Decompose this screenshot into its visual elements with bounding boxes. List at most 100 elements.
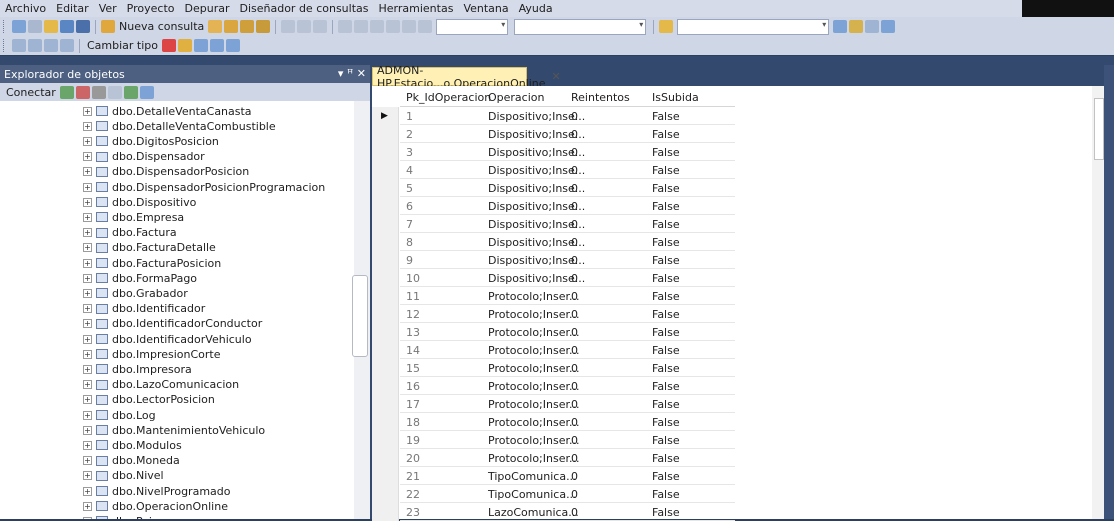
change-type-button[interactable]: Cambiar tipo <box>87 39 158 52</box>
row-selector[interactable] <box>372 269 399 287</box>
table-cell[interactable]: False <box>652 416 680 429</box>
disconnect-icon[interactable] <box>75 85 90 99</box>
table-cell[interactable]: 13 <box>406 326 420 339</box>
menu-item[interactable]: Diseñador de consultas <box>234 2 373 15</box>
tree-item[interactable]: + dbo.DispensadorPosicionProgramacion <box>0 179 354 195</box>
window-icon[interactable] <box>402 20 417 33</box>
expand-icon[interactable]: + <box>83 273 92 283</box>
table-cell[interactable]: False <box>652 146 680 159</box>
expand-icon[interactable]: + <box>83 501 92 511</box>
database-query-icon[interactable] <box>208 20 223 33</box>
table-row[interactable]: 23 LazoComunica... 0 False <box>372 503 736 521</box>
tree-item[interactable]: + dbo.Empresa <box>0 209 354 225</box>
table-cell[interactable]: Protocolo;Inser... <box>488 326 579 339</box>
table-cell[interactable]: 0 <box>571 344 578 357</box>
table-row[interactable]: 11 Protocolo;Inser... 0 False <box>372 287 736 305</box>
table-cell[interactable]: 9 <box>406 254 413 267</box>
table-cell[interactable]: 0 <box>571 128 578 141</box>
row-selector[interactable] <box>372 233 399 251</box>
tree-item[interactable]: + dbo.Moneda <box>0 453 354 469</box>
toolbox-icon[interactable] <box>865 20 880 33</box>
stop-icon[interactable] <box>91 85 106 99</box>
table-row[interactable]: 18 Protocolo;Inser... 0 False <box>372 413 736 431</box>
table-cell[interactable]: False <box>652 164 680 177</box>
table-cell[interactable]: False <box>652 326 680 339</box>
new-query-button[interactable]: Nueva consulta <box>119 20 204 33</box>
table-cell[interactable]: 14 <box>406 344 420 357</box>
menu-item[interactable]: Proyecto <box>122 2 180 15</box>
open-folder-icon[interactable] <box>44 20 58 33</box>
tree-item[interactable]: + dbo.FormaPago <box>0 270 354 286</box>
row-selector[interactable] <box>372 341 399 359</box>
add-derived-table-icon[interactable] <box>226 39 241 52</box>
table-cell[interactable]: 0 <box>571 308 578 321</box>
find-in-files-icon[interactable] <box>659 20 674 33</box>
row-selector[interactable] <box>372 197 399 215</box>
table-cell[interactable]: Protocolo;Inser... <box>488 452 579 465</box>
table-cell[interactable]: 1 <box>406 110 413 123</box>
find-dropdown[interactable]: ▾ <box>677 18 830 35</box>
expand-icon[interactable]: + <box>83 395 92 405</box>
expand-icon[interactable]: + <box>83 288 92 298</box>
expand-icon[interactable]: + <box>83 334 92 344</box>
table-cell[interactable]: Protocolo;Inser... <box>488 434 579 447</box>
tree-item[interactable]: + dbo.ImpresionCorte <box>0 346 354 362</box>
add-table-icon[interactable] <box>210 39 225 52</box>
table-cell[interactable]: 6 <box>406 200 413 213</box>
table-row[interactable]: 12 Protocolo;Inser... 0 False <box>372 305 736 323</box>
navigate-forward-icon[interactable] <box>386 20 401 33</box>
row-selector[interactable] <box>372 161 399 179</box>
table-row[interactable]: 6 Dispositivo;Inse... 0 False <box>372 197 736 215</box>
tree-item[interactable]: + dbo.MantenimientoVehiculo <box>0 422 354 438</box>
expand-icon[interactable]: + <box>83 243 92 253</box>
tree-item[interactable]: + dbo.Nivel <box>0 468 354 484</box>
table-cell[interactable]: 20 <box>406 452 420 465</box>
table-cell[interactable]: 12 <box>406 308 420 321</box>
row-selector[interactable] <box>372 413 399 431</box>
table-cell[interactable]: 0 <box>571 272 578 285</box>
table-cell[interactable]: 16 <box>406 380 420 393</box>
tree-item[interactable]: + dbo.DetalleVentaCombustible <box>0 118 354 134</box>
table-cell[interactable]: 0 <box>571 164 578 177</box>
row-selector[interactable] <box>372 287 399 305</box>
tree-item[interactable]: + dbo.Factura <box>0 225 354 241</box>
row-selector[interactable] <box>372 449 399 467</box>
row-selector[interactable] <box>372 485 399 503</box>
table-cell[interactable]: 0 <box>571 506 578 519</box>
tree-item[interactable]: + dbo.Identificador <box>0 301 354 317</box>
table-cell[interactable]: Protocolo;Inser... <box>488 362 579 375</box>
table-cell[interactable]: 18 <box>406 416 420 429</box>
tree-item[interactable]: + dbo.OperacionOnline <box>0 498 354 514</box>
filter-icon[interactable] <box>107 85 122 99</box>
table-cell[interactable]: False <box>652 290 680 303</box>
menu-item[interactable]: Ventana <box>458 2 513 15</box>
tree-item[interactable]: + dbo.IdentificadorVehiculo <box>0 331 354 347</box>
tab-operacion-online[interactable]: ADMON-HP.Estacio...o.OperacionOnline ✕ <box>372 64 561 90</box>
table-cell[interactable]: False <box>652 308 680 321</box>
table-row[interactable]: 22 TipoComunica... 0 False <box>372 485 736 503</box>
toolbar-grip[interactable] <box>3 20 7 33</box>
table-cell[interactable]: 0 <box>571 470 578 483</box>
expand-icon[interactable]: + <box>83 440 92 450</box>
row-selector[interactable] <box>372 467 399 485</box>
expand-icon[interactable]: + <box>83 121 92 131</box>
add-item-icon[interactable] <box>28 20 42 33</box>
table-cell[interactable]: 17 <box>406 398 420 411</box>
table-cell[interactable]: 8 <box>406 236 413 249</box>
table-cell[interactable]: Protocolo;Inser... <box>488 380 579 393</box>
table-cell[interactable]: 3 <box>406 146 413 159</box>
tree-item[interactable]: + dbo.FacturaDetalle <box>0 240 354 256</box>
table-row[interactable]: 17 Protocolo;Inser... 0 False <box>372 395 736 413</box>
tree-item[interactable]: + dbo.DigitosPosicion <box>0 133 354 149</box>
expand-icon[interactable]: + <box>83 349 92 359</box>
expand-icon[interactable]: + <box>83 319 92 329</box>
start-icon[interactable] <box>418 20 433 33</box>
tree-item[interactable]: + dbo.LectorPosicion <box>0 392 354 408</box>
row-selector[interactable] <box>372 395 399 413</box>
activity-monitor-icon[interactable] <box>139 85 154 99</box>
table-row[interactable]: 5 Dispositivo;Inse... 0 False <box>372 179 736 197</box>
table-cell[interactable]: 0 <box>571 200 578 213</box>
table-cell[interactable]: 0 <box>571 110 578 123</box>
tree-item[interactable]: + dbo.Modulos <box>0 437 354 453</box>
paste-icon[interactable] <box>313 20 328 33</box>
